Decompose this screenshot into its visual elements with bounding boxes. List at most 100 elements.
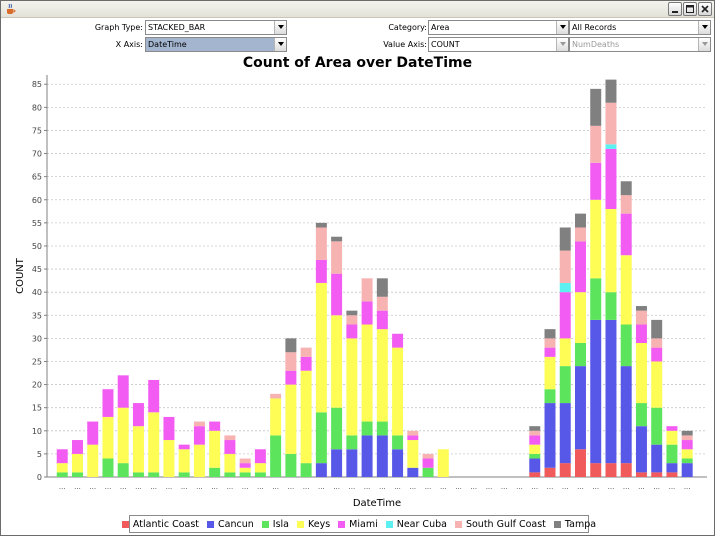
bar-segment bbox=[346, 324, 358, 339]
x-tick-label: ... bbox=[196, 483, 203, 491]
bar-segment bbox=[559, 463, 571, 477]
legend-label: Isla bbox=[272, 518, 289, 530]
bar-segment bbox=[575, 343, 586, 367]
bar-segment bbox=[651, 472, 663, 477]
legend-swatch bbox=[261, 520, 269, 528]
bar-segment bbox=[87, 421, 99, 445]
x-tick-label: ... bbox=[608, 483, 615, 491]
legend-item: Near Cuba bbox=[385, 519, 447, 530]
y-tick-label: 55 bbox=[32, 219, 42, 228]
bar-segment bbox=[56, 449, 68, 464]
bar-segment bbox=[239, 467, 251, 473]
bar-segment bbox=[224, 453, 236, 473]
bar-segment bbox=[422, 453, 434, 459]
bar-segment bbox=[254, 463, 266, 473]
bar-segment bbox=[590, 199, 602, 279]
bar-segment bbox=[605, 463, 617, 477]
bar-segment bbox=[544, 329, 556, 339]
bar-segment bbox=[209, 467, 221, 477]
bar-segment bbox=[681, 435, 693, 441]
bar-segment bbox=[605, 79, 617, 103]
bar-segment bbox=[529, 458, 541, 473]
bar-segment bbox=[331, 407, 343, 450]
x-tick-label: ... bbox=[653, 483, 660, 491]
bar-segment bbox=[300, 463, 312, 477]
y-tick-label: 0 bbox=[37, 473, 42, 482]
bar-segment bbox=[681, 440, 693, 450]
bar-segment bbox=[559, 403, 571, 464]
x-tick-label: ... bbox=[379, 483, 386, 491]
y-axis-title: COUNT bbox=[15, 257, 26, 294]
bar-segment bbox=[407, 440, 419, 468]
x-tick-label: ... bbox=[181, 483, 188, 491]
bar-segment bbox=[666, 444, 678, 464]
bar-segment bbox=[270, 393, 282, 399]
bar-segment bbox=[178, 449, 190, 473]
x-tick-label: ... bbox=[425, 483, 432, 491]
bar-segment bbox=[132, 403, 144, 427]
bar-segment bbox=[209, 421, 221, 431]
bar-segment bbox=[407, 467, 419, 477]
bar-segment bbox=[575, 213, 586, 228]
bar-segment bbox=[224, 440, 236, 454]
bar-segment bbox=[544, 389, 556, 404]
bar-segment bbox=[239, 472, 251, 477]
bar-segment bbox=[239, 458, 251, 464]
bar-segment bbox=[620, 181, 632, 196]
bar-segment bbox=[422, 458, 434, 468]
bar-segment bbox=[270, 398, 282, 436]
bar-segment bbox=[254, 449, 266, 464]
y-tick-label: 70 bbox=[32, 150, 42, 159]
bar-segment bbox=[376, 310, 388, 330]
bar-segment bbox=[620, 463, 632, 477]
bar-segment bbox=[605, 319, 617, 464]
bar-segment bbox=[559, 292, 571, 339]
legend-label: Atlantic Coast bbox=[132, 518, 200, 530]
bar-segment bbox=[529, 472, 541, 477]
y-tick-label: 85 bbox=[32, 80, 42, 89]
bar-segment bbox=[376, 435, 388, 477]
bar-segment bbox=[315, 222, 327, 228]
bar-segment bbox=[87, 444, 99, 477]
bar-segment bbox=[529, 453, 541, 459]
bar-segment bbox=[635, 306, 647, 311]
legend-item: Tampa bbox=[553, 519, 596, 530]
bar-segment bbox=[392, 435, 404, 450]
x-tick-label: ... bbox=[501, 483, 508, 491]
bar-segment bbox=[437, 449, 449, 477]
bar-segment bbox=[620, 324, 632, 367]
x-tick-label: ... bbox=[349, 483, 356, 491]
y-tick-label: 80 bbox=[32, 103, 42, 112]
bar-segment bbox=[315, 282, 327, 413]
bar-segment bbox=[605, 292, 617, 320]
bar-segment bbox=[300, 356, 312, 371]
bar-segment bbox=[224, 435, 236, 441]
x-tick-label: ... bbox=[242, 483, 249, 491]
legend-item: South Gulf Coast bbox=[454, 519, 546, 530]
bar-segment bbox=[315, 463, 327, 477]
legend-label: Miami bbox=[349, 518, 378, 530]
bar-segment bbox=[331, 236, 343, 242]
bar-segment bbox=[178, 444, 190, 450]
x-tick-label: ... bbox=[562, 483, 569, 491]
bar-segment bbox=[300, 370, 312, 464]
bar-segment bbox=[559, 250, 571, 283]
bar-segment bbox=[681, 449, 693, 459]
bar-segment bbox=[285, 384, 297, 454]
x-tick-label: ... bbox=[470, 483, 477, 491]
x-tick-label: ... bbox=[227, 483, 234, 491]
bar-segment bbox=[605, 144, 617, 149]
bar-segment bbox=[361, 435, 373, 477]
bar-segment bbox=[681, 458, 693, 464]
bar-segment bbox=[635, 310, 647, 325]
bar-segment bbox=[361, 421, 373, 436]
bar-segment bbox=[620, 255, 632, 325]
bar-segment bbox=[346, 435, 358, 450]
legend-item: Miami bbox=[338, 519, 378, 530]
x-tick-label: ... bbox=[577, 483, 584, 491]
x-tick-label: ... bbox=[74, 483, 81, 491]
bar-segment bbox=[346, 449, 358, 477]
x-tick-label: ... bbox=[333, 483, 340, 491]
bar-segment bbox=[315, 227, 327, 260]
bar-segment bbox=[148, 379, 160, 413]
